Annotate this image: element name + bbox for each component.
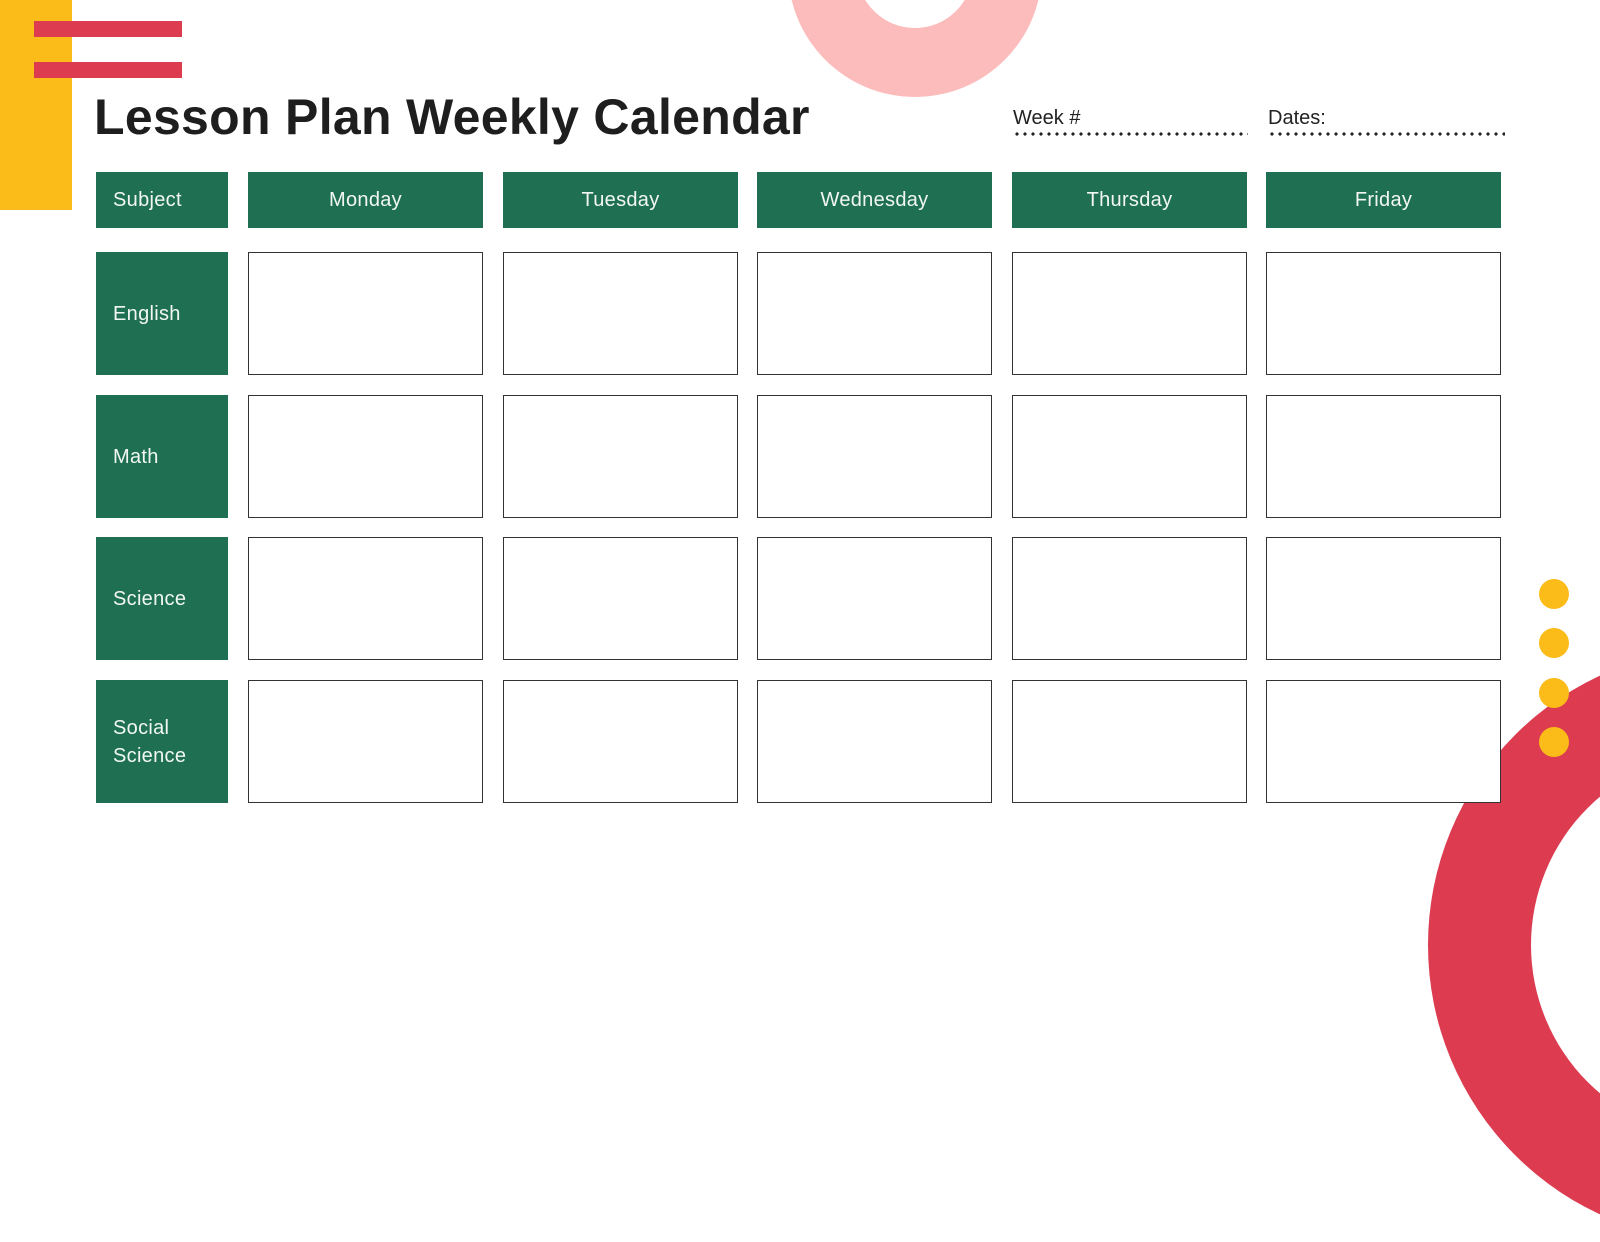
plan-cell-science-tuesday[interactable] [503, 537, 738, 660]
plan-cell-english-monday[interactable] [248, 252, 483, 375]
subject-row-header-science-label: Science [113, 587, 187, 610]
yellow-dot-decoration [1539, 628, 1569, 658]
subject-row-header-english: English [96, 252, 228, 375]
subject-row-header-social-science: Social Science [96, 680, 228, 803]
day-header-friday: Friday [1266, 172, 1501, 228]
plan-cell-english-friday[interactable] [1266, 252, 1501, 375]
plan-cell-english-wednesday[interactable] [757, 252, 992, 375]
plan-cell-social-science-friday[interactable] [1266, 680, 1501, 803]
yellow-dot-decoration [1539, 678, 1569, 708]
plan-cell-social-science-thursday[interactable] [1012, 680, 1247, 803]
subject-header: Subject [96, 172, 228, 228]
pink-ring-decoration [788, 0, 1042, 97]
week-number-field[interactable]: Week # [1013, 106, 1248, 140]
plan-cell-social-science-monday[interactable] [248, 680, 483, 803]
plan-cell-math-friday[interactable] [1266, 395, 1501, 518]
day-header-monday: Monday [248, 172, 483, 228]
day-header-friday-label: Friday [1354, 188, 1413, 211]
day-header-tuesday-label: Tuesday [581, 188, 660, 211]
subject-row-header-science: Science [96, 537, 228, 660]
week-number-label: Week # [1013, 107, 1081, 129]
plan-cell-science-thursday[interactable] [1012, 537, 1247, 660]
yellow-dot-decoration [1539, 727, 1569, 757]
day-header-thursday: Thursday [1012, 172, 1247, 228]
day-header-wednesday: Wednesday [757, 172, 992, 228]
day-header-tuesday: Tuesday [503, 172, 738, 228]
plan-cell-math-tuesday[interactable] [503, 395, 738, 518]
plan-cell-english-thursday[interactable] [1012, 252, 1247, 375]
plan-cell-social-science-wednesday[interactable] [757, 680, 992, 803]
plan-cell-math-monday[interactable] [248, 395, 483, 518]
dates-field[interactable]: Dates: [1268, 106, 1505, 140]
subject-header-label: Subject [113, 188, 182, 211]
plan-cell-science-monday[interactable] [248, 537, 483, 660]
subject-row-header-social-science-label: Social Science [113, 716, 187, 767]
subject-row-header-math: Math [96, 395, 228, 518]
day-header-wednesday-label: Wednesday [820, 188, 929, 211]
dates-dotted-line[interactable] [1268, 132, 1505, 136]
plan-cell-english-tuesday[interactable] [503, 252, 738, 375]
subject-row-header-english-label: English [113, 302, 181, 325]
dates-label: Dates: [1268, 107, 1326, 129]
red-accent-stripe [34, 62, 182, 78]
plan-cell-math-wednesday[interactable] [757, 395, 992, 518]
plan-cell-science-friday[interactable] [1266, 537, 1501, 660]
plan-cell-science-wednesday[interactable] [757, 537, 992, 660]
day-header-thursday-label: Thursday [1086, 188, 1173, 211]
plan-cell-math-thursday[interactable] [1012, 395, 1247, 518]
day-header-monday-label: Monday [329, 188, 402, 211]
red-accent-stripe [34, 21, 182, 37]
subject-row-header-math-label: Math [113, 445, 159, 468]
yellow-dot-decoration [1539, 579, 1569, 609]
week-number-dotted-line[interactable] [1013, 132, 1248, 136]
plan-cell-social-science-tuesday[interactable] [503, 680, 738, 803]
page-title: Lesson Plan Weekly Calendar [94, 89, 810, 145]
